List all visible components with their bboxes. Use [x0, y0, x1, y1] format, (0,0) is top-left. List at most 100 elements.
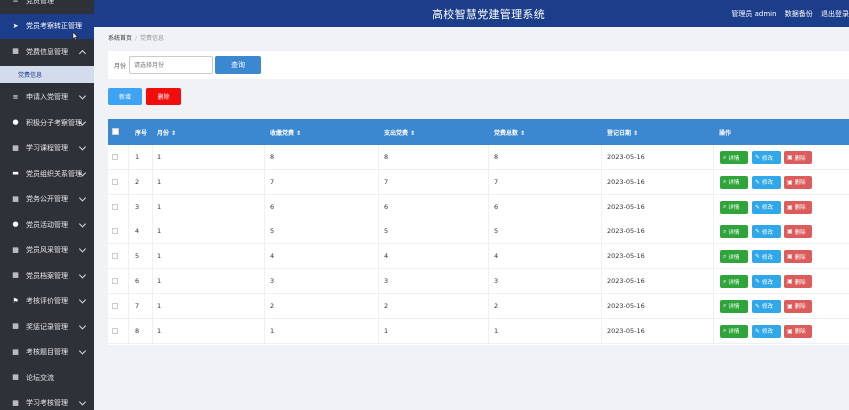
cell-total: 1 — [494, 326, 499, 335]
detail-button[interactable]: ⌕ 详情 — [720, 200, 748, 214]
header-total[interactable]: 党费总数 ⇕ — [494, 128, 525, 137]
detail-button[interactable]: ⌕ 详情 — [720, 225, 748, 239]
sidebar-item[interactable]: ▦ 奖惩记录管理 — [0, 314, 94, 339]
header-collected[interactable]: 收缴党费 ⇕ — [270, 128, 301, 137]
sidebar-item[interactable]: ▬ 党员组织关系管理 — [0, 161, 94, 186]
cell-spent: 3 — [384, 277, 389, 285]
row-checkbox[interactable] — [112, 253, 118, 260]
sidebar-item[interactable]: ▦ 党务公开管理 — [0, 187, 94, 212]
sidebar-item[interactable]: ● 党员活动管理 — [0, 212, 94, 237]
cell-divider — [264, 318, 265, 344]
cell-divider — [152, 194, 153, 220]
pencil-icon: ✎ — [755, 154, 761, 161]
edit-button[interactable]: ✎ 修改 — [752, 151, 781, 164]
delete-button[interactable]: ▣ 删除 — [784, 225, 812, 239]
row-checkbox[interactable] — [112, 278, 118, 284]
cell-divider — [378, 194, 379, 220]
cell-month: 1 — [157, 252, 162, 261]
row-checkbox[interactable] — [112, 203, 118, 210]
cell-collected: 1 — [270, 326, 275, 335]
cell-collected: 5 — [270, 227, 275, 236]
sidebar-item[interactable]: ● 积极分子考察管理 — [0, 110, 94, 135]
cell-divider — [128, 318, 129, 344]
sidebar-item[interactable]: ≡ 申请入党管理 — [0, 85, 94, 110]
search-icon: ⌕ — [723, 252, 727, 260]
row-checkbox[interactable] — [112, 228, 118, 235]
cell-no: 5 — [135, 252, 140, 261]
sidebar-item[interactable]: ▦ 党员风采管理 — [0, 238, 94, 263]
edit-button[interactable]: ✎ 修改 — [752, 175, 781, 189]
pin-icon: ● — [12, 118, 19, 126]
delete-button[interactable]: ▣ 删除 — [784, 299, 812, 313]
pencil-icon: ✎ — [755, 278, 761, 285]
cell-date: 2023-05-16 — [607, 252, 645, 261]
delete-button[interactable]: ▣ 删除 — [784, 250, 812, 264]
delete-button[interactable]: ▣ 删除 — [784, 275, 812, 288]
header-month[interactable]: 月份 ⇕ — [157, 128, 176, 137]
edit-button[interactable]: ✎ 修改 — [752, 200, 781, 214]
header-date[interactable]: 登记日期 ⇕ — [607, 128, 638, 137]
delete-button[interactable]: ▣ 删除 — [784, 200, 812, 214]
row-checkbox[interactable] — [112, 178, 118, 185]
top-header: 高校智慧党建管理系统 管理员 admin 数据备份 退出登录 — [94, 0, 849, 27]
row-checkbox[interactable] — [112, 327, 118, 334]
button-label: 修改 — [762, 155, 774, 162]
cell-divider — [488, 194, 489, 220]
edit-button[interactable]: ✎ 修改 — [752, 299, 781, 313]
table-row: 5 1 4 4 4 2023-05-16 ⌕ 详情 ✎ 修改 ▣ 删除 — [108, 244, 849, 270]
cell-divider — [264, 145, 265, 170]
breadcrumb-home[interactable]: 系统首页 — [108, 35, 132, 42]
edit-button[interactable]: ✎ 修改 — [752, 250, 781, 264]
breadcrumb-current: 党费信息 — [140, 35, 165, 42]
button-label: 详情 — [728, 279, 740, 286]
sidebar-item[interactable]: ▦ 党员档案管理 — [0, 263, 94, 288]
edit-button[interactable]: ✎ 修改 — [752, 225, 781, 239]
button-label: 详情 — [728, 254, 740, 261]
button-label: 删除 — [794, 229, 806, 236]
cell-divider — [128, 194, 129, 220]
data-table: 序号 月份 ⇕ 收缴党费 ⇕ 支出党费 ⇕ 党费总数 ⇕ 登记日期 ⇕ 操作 1 1 8 8 8 2… — [108, 119, 849, 345]
sidebar-item[interactable]: ⚑ 考核评价管理 — [0, 289, 94, 314]
detail-button[interactable]: ⌕ 详情 — [720, 299, 748, 313]
chevron-down-icon — [78, 194, 87, 202]
month-input[interactable] — [129, 56, 213, 74]
cell-month: 1 — [157, 301, 162, 310]
breadcrumb: 系统首页 / 党费信息 — [108, 33, 164, 42]
cell-divider — [601, 318, 602, 344]
bulk-delete-button[interactable]: 删除 — [146, 88, 181, 105]
cell-no: 7 — [135, 301, 140, 310]
sidebar-item[interactable]: ▦ 考核题目管理 — [0, 340, 94, 365]
detail-button[interactable]: ⌕ 详情 — [720, 275, 748, 288]
sort-icon: ⇕ — [171, 130, 177, 137]
backup-link[interactable]: 数据备份 — [785, 10, 813, 18]
cell-no: 4 — [135, 227, 140, 236]
detail-button[interactable]: ⌕ 详情 — [720, 324, 748, 338]
detail-button[interactable]: ⌕ 详情 — [720, 151, 748, 164]
detail-button[interactable]: ⌕ 详情 — [720, 250, 748, 264]
search-button[interactable]: 查询 — [215, 56, 261, 74]
delete-button[interactable]: ▣ 删除 — [784, 324, 812, 338]
sidebar-item[interactable]: ▦ 论坛交流 — [0, 365, 94, 390]
delete-button[interactable]: ▣ 删除 — [784, 175, 812, 189]
cell-divider — [378, 145, 379, 170]
chevron-down-icon — [78, 92, 87, 100]
cell-divider — [713, 244, 714, 270]
sidebar-item[interactable]: ≡ 党员管理 — [0, 0, 94, 13]
select-all-checkbox[interactable] — [112, 128, 119, 135]
detail-button[interactable]: ⌕ 详情 — [720, 175, 748, 189]
logout-link[interactable]: 退出登录 — [821, 10, 849, 18]
sidebar-subitem-dues[interactable]: 党费信息 — [0, 65, 94, 83]
header-actions: 操作 — [719, 130, 732, 137]
cell-month: 1 — [157, 326, 162, 335]
edit-button[interactable]: ✎ 修改 — [752, 324, 781, 338]
sidebar-item[interactable]: ▦ 学习考核管理 — [0, 391, 94, 410]
row-checkbox[interactable] — [112, 154, 118, 160]
row-checkbox[interactable] — [112, 302, 118, 309]
sidebar-item[interactable]: ▦ 学习课程管理 — [0, 136, 94, 161]
delete-button[interactable]: ▣ 删除 — [784, 151, 812, 164]
button-label: 详情 — [728, 205, 740, 212]
edit-button[interactable]: ✎ 修改 — [752, 275, 781, 288]
add-button[interactable]: 新增 — [108, 88, 142, 105]
header-spent[interactable]: 支出党费 ⇕ — [384, 128, 415, 137]
cell-divider — [601, 145, 602, 170]
